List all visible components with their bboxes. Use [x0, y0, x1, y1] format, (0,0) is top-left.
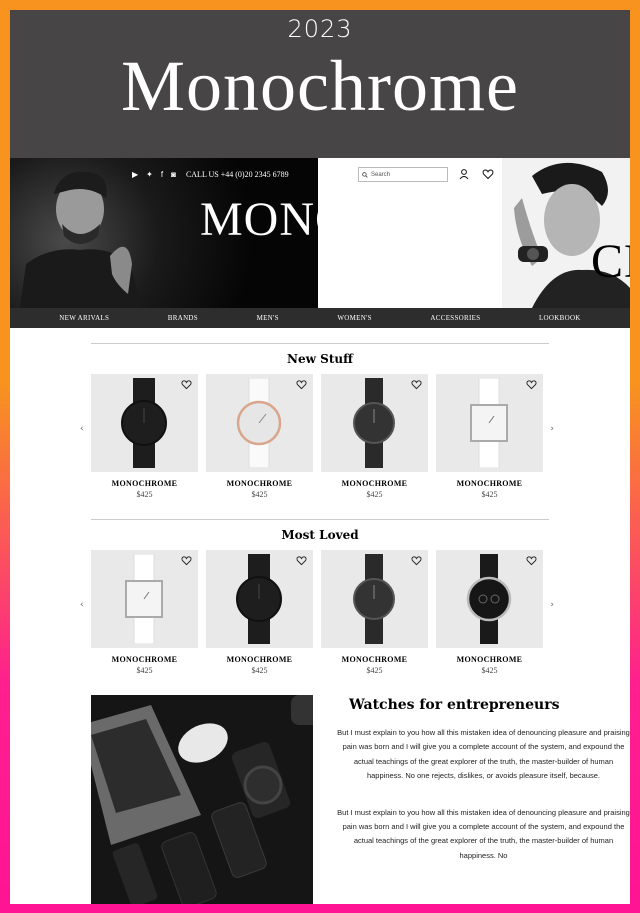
carousel-next-icon[interactable]: ›: [550, 424, 554, 434]
banner-year: 2023: [287, 15, 353, 43]
product-card[interactable]: MONOCHROME $425: [206, 550, 313, 675]
product-name[interactable]: MONOCHROME: [206, 479, 313, 488]
desk-photo: [91, 695, 313, 904]
hero-right-panel: Search CHROME: [318, 158, 630, 308]
product-card[interactable]: MONOCHROME $425: [91, 550, 198, 675]
product-image[interactable]: [436, 550, 543, 648]
product-card[interactable]: MONOCHROME $425: [436, 550, 543, 675]
watch-image: [353, 378, 395, 468]
nav-new-arrivals[interactable]: NEW ARIVALS: [59, 314, 109, 322]
twitter-icon[interactable]: ✦: [146, 170, 153, 179]
about-paragraph: But I must explain to you how all this m…: [337, 728, 630, 781]
new-stuff-section: New Stuff ‹ › MONOCHROME $425 MONOCHROME…: [10, 352, 630, 499]
instagram-icon[interactable]: ◙: [171, 170, 176, 179]
product-image[interactable]: [91, 550, 198, 648]
product-name[interactable]: MONOCHROME: [321, 655, 428, 664]
about-title: Watches for entrepreneurs: [349, 697, 560, 713]
product-price: $425: [251, 666, 268, 675]
wishlist-heart-icon[interactable]: [181, 555, 192, 566]
product-price: $425: [366, 666, 383, 675]
product-card[interactable]: MONOCHROME $425: [321, 374, 428, 499]
nav-womens[interactable]: WOMEN'S: [337, 314, 371, 322]
section-divider: [91, 343, 549, 344]
carousel-prev-icon[interactable]: ‹: [80, 600, 84, 610]
heart-icon[interactable]: [482, 168, 494, 180]
wishlist-heart-icon[interactable]: [526, 379, 537, 390]
product-image[interactable]: [206, 374, 313, 472]
wishlist-heart-icon[interactable]: [296, 379, 307, 390]
title-banner: 2023 Monochrome: [10, 10, 630, 158]
product-name[interactable]: MONOCHROME: [436, 655, 543, 664]
logo-chrome: CHROME: [591, 235, 630, 288]
watch-image: [466, 554, 512, 644]
product-card[interactable]: MONOCHROME $425: [91, 374, 198, 499]
youtube-icon[interactable]: ▶: [132, 170, 138, 179]
product-price: $425: [481, 666, 498, 675]
product-price: $425: [251, 490, 268, 499]
product-row: MONOCHROME $425 MONOCHROME $425 MONOCHRO…: [91, 550, 549, 675]
section-divider: [91, 519, 549, 520]
wishlist-heart-icon[interactable]: [296, 555, 307, 566]
product-image[interactable]: [321, 374, 428, 472]
user-icon[interactable]: [458, 168, 470, 180]
product-card[interactable]: MONOCHROME $425: [206, 374, 313, 499]
watch-image: [353, 554, 395, 644]
product-image[interactable]: [321, 550, 428, 648]
hero-header: ▶ ✦ f ◙ CALL US +44 (0)20 2345 6789 MONO…: [10, 158, 630, 308]
wishlist-heart-icon[interactable]: [411, 379, 422, 390]
search-placeholder: Search: [371, 171, 391, 178]
about-text: Watches for entrepreneurs But I must exp…: [313, 695, 630, 904]
product-card[interactable]: MONOCHROME $425: [436, 374, 543, 499]
product-name[interactable]: MONOCHROME: [436, 479, 543, 488]
product-image[interactable]: [91, 374, 198, 472]
watch-image: [121, 378, 167, 468]
page-frame: 2023 Monochrome ▶ ✦ f ◙ CALL US +44 (0)2…: [10, 10, 630, 904]
product-price: $425: [136, 666, 153, 675]
nav-brands[interactable]: BRANDS: [168, 314, 198, 322]
product-image[interactable]: [206, 550, 313, 648]
watch-image: [236, 554, 282, 644]
search-icon: [362, 171, 368, 178]
nav-mens[interactable]: MEN'S: [257, 314, 279, 322]
carousel-next-icon[interactable]: ›: [550, 600, 554, 610]
banner-title: Monochrome: [121, 46, 519, 126]
most-loved-section: Most Loved ‹ › MONOCHROME $425 MONOCHROM…: [10, 528, 630, 675]
product-name[interactable]: MONOCHROME: [206, 655, 313, 664]
nav-accessories[interactable]: ACCESSORIES: [430, 314, 480, 322]
product-price: $425: [481, 490, 498, 499]
search-box[interactable]: Search: [358, 167, 448, 182]
product-price: $425: [136, 490, 153, 499]
product-image[interactable]: [436, 374, 543, 472]
product-price: $425: [366, 490, 383, 499]
product-name[interactable]: MONOCHROME: [321, 479, 428, 488]
facebook-icon[interactable]: f: [161, 170, 163, 179]
about-section: Watches for entrepreneurs But I must exp…: [10, 695, 630, 904]
call-us-text: CALL US +44 (0)20 2345 6789: [185, 170, 289, 179]
social-bar: ▶ ✦ f ◙ CALL US +44 (0)20 2345 6789: [132, 170, 289, 179]
desk-illustration: [91, 695, 313, 904]
wishlist-heart-icon[interactable]: [526, 555, 537, 566]
section-title: Most Loved: [281, 528, 359, 542]
product-row: MONOCHROME $425 MONOCHROME $425 MONOCHRO…: [91, 374, 549, 499]
wishlist-heart-icon[interactable]: [181, 379, 192, 390]
watch-image: [470, 378, 508, 468]
product-name[interactable]: MONOCHROME: [91, 479, 198, 488]
wishlist-heart-icon[interactable]: [411, 555, 422, 566]
product-card[interactable]: MONOCHROME $425: [321, 550, 428, 675]
nav-lookbook[interactable]: LOOKBOOK: [539, 314, 581, 322]
section-title: New Stuff: [287, 352, 353, 366]
model-photo-left: [20, 171, 142, 308]
watch-image: [236, 378, 282, 468]
carousel-prev-icon[interactable]: ‹: [80, 424, 84, 434]
product-name[interactable]: MONOCHROME: [91, 655, 198, 664]
main-nav: NEW ARIVALS BRANDS MEN'S WOMEN'S ACCESSO…: [10, 308, 630, 328]
watch-image: [125, 554, 163, 644]
hero-left-panel: ▶ ✦ f ◙ CALL US +44 (0)20 2345 6789 MONO: [10, 158, 350, 308]
about-paragraph: But I must explain to you how all this m…: [337, 807, 630, 860]
